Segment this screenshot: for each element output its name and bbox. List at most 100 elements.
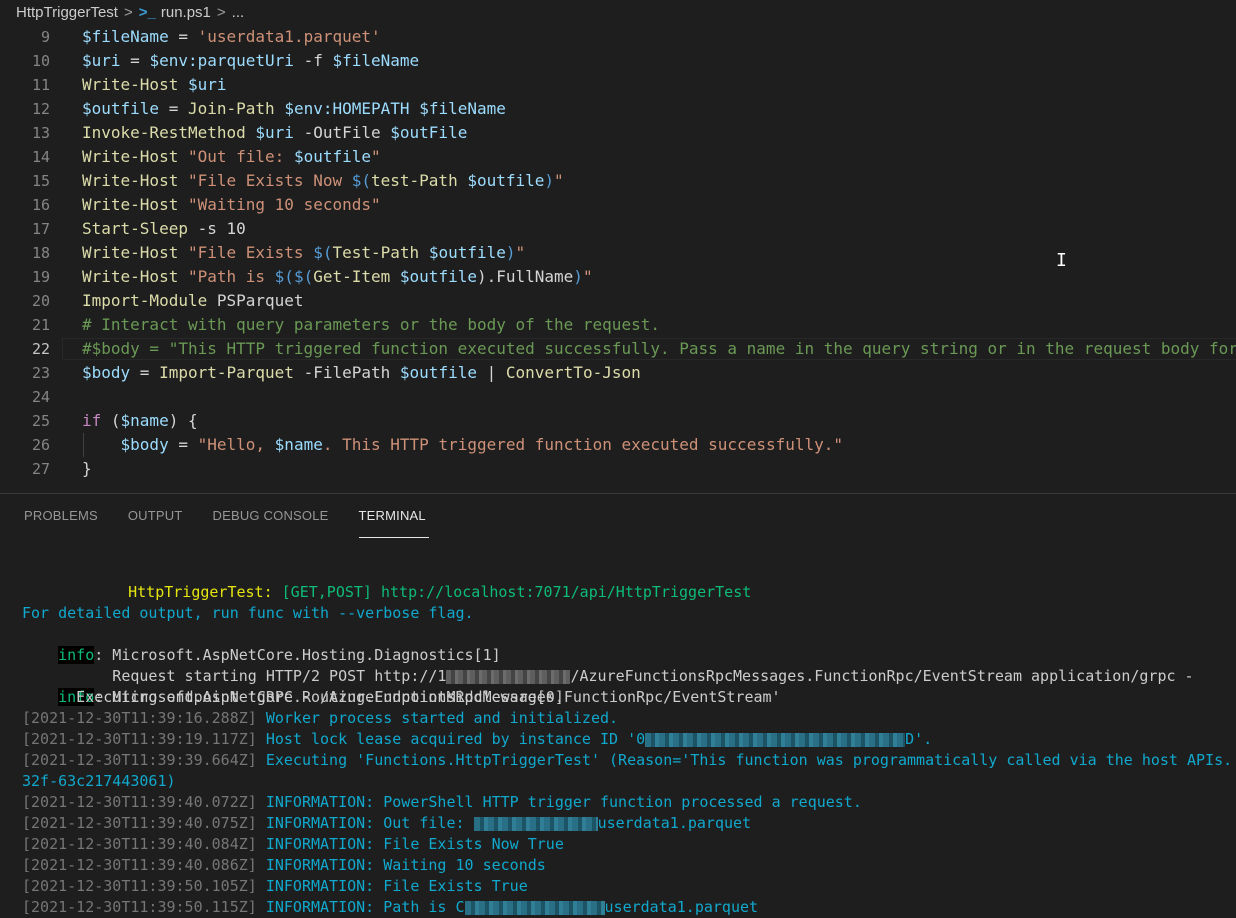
code-token: Write-Host	[82, 195, 179, 214]
log-message: INFORMATION: File Exists True	[256, 877, 528, 895]
code-token: "	[371, 147, 381, 166]
code-text: Invoke-RestMethod $uri -OutFile $outFile	[82, 121, 467, 145]
line-number: 25	[31, 412, 50, 430]
code-token: )	[573, 267, 583, 286]
code-line[interactable]: 12 $outfile = Join-Path $env:HOMEPATH $fi…	[0, 97, 1236, 121]
line-number: 14	[31, 148, 50, 166]
code-line[interactable]: 20 Import-Module PSParquet	[0, 289, 1236, 313]
log-timestamp: [2021-12-30T11:39:40.075Z]	[22, 814, 257, 832]
function-url[interactable]: http://localhost:7071/api/HttpTriggerTes…	[381, 583, 751, 601]
log-message: INFORMATION: Out file:	[256, 814, 474, 832]
breadcrumb-folder[interactable]: HttpTriggerTest	[16, 4, 118, 21]
code-line[interactable]: 26 $body = "Hello, $name. This HTTP trig…	[0, 433, 1236, 457]
code-line[interactable]: 9 $fileName = 'userdata1.parquet'	[0, 25, 1236, 49]
code-token: "File Exists	[187, 243, 314, 262]
code-line[interactable]: 10 $uri = $env:parquetUri -f $fileName	[0, 49, 1236, 73]
log-message: INFORMATION: Path is C	[256, 898, 465, 916]
tab-terminal[interactable]: TERMINAL	[344, 494, 441, 538]
code-token: $name	[274, 435, 323, 454]
code-text: #$body = "This HTTP triggered function e…	[82, 337, 1236, 361]
code-line[interactable]: 23 $body = Import-Parquet -FilePath $outf…	[0, 361, 1236, 385]
code-line[interactable]: 15 Write-Host "File Exists Now $(test-Pat…	[0, 169, 1236, 193]
code-token: ConvertTo-Json	[505, 363, 641, 382]
log-message: userdata1.parquet	[597, 814, 752, 832]
log-timestamp: [2021-12-30T11:39:50.105Z]	[22, 877, 257, 895]
code-token: Get-Item	[313, 267, 391, 286]
code-token: "Waiting 10 seconds"	[187, 195, 381, 214]
code-token: $outFile	[390, 123, 468, 142]
log-line: [2021-12-30T11:39:40.072Z] INFORMATION: …	[22, 792, 862, 813]
code-line[interactable]: 25 if ($name) {	[0, 409, 1236, 433]
tab-problems[interactable]: PROBLEMS	[0, 494, 113, 538]
code-line[interactable]: 18 Write-Host "File Exists $(Test-Path $o…	[0, 241, 1236, 265]
code-token: ) {	[168, 411, 198, 430]
verbose-hint: For detailed output, run func with --ver…	[22, 604, 474, 622]
info-detail-text: /AzureFunctionsRpcMessages.FunctionRpc/E…	[570, 667, 1194, 685]
code-token: $name	[120, 411, 169, 430]
code-line[interactable]: 16 Write-Host "Waiting 10 seconds"	[0, 193, 1236, 217]
line-number: 26	[31, 436, 50, 454]
code-token: $uri	[187, 75, 227, 94]
code-line[interactable]: 14 Write-Host "Out file: $outfile"	[0, 145, 1236, 169]
log-timestamp: [2021-12-30T11:39:39.664Z]	[22, 751, 257, 769]
breadcrumb-symbols[interactable]: ...	[232, 4, 245, 21]
code-line[interactable]: 11 Write-Host $uri	[0, 73, 1236, 97]
bottom-panel: PROBLEMS OUTPUT DEBUG CONSOLE TERMINAL Http…	[0, 493, 1236, 917]
code-token: Join-Path	[187, 99, 275, 118]
tab-output[interactable]: OUTPUT	[113, 494, 198, 538]
log-line: [2021-12-30T11:39:40.075Z] INFORMATION: …	[22, 813, 751, 834]
code-line[interactable]: 21 # Interact with query parameters or th…	[0, 313, 1236, 337]
code-line[interactable]: 17 Start-Sleep -s 10	[0, 217, 1236, 241]
code-line[interactable]: 22 #$body = "This HTTP triggered function…	[0, 337, 1236, 361]
line-number: 13	[31, 124, 50, 142]
code-line[interactable]: 27}	[0, 457, 1236, 481]
log-wrap: 32f-63c217443061)	[22, 772, 176, 790]
chevron-right-icon: >	[216, 4, 226, 21]
code-editor[interactable]: 9 $fileName = 'userdata1.parquet' 10 $uri =…	[0, 25, 1236, 493]
log-timestamp: [2021-12-30T11:39:40.086Z]	[22, 856, 257, 874]
text-cursor-icon: I	[1056, 250, 1067, 271]
code-token: $body	[82, 363, 131, 382]
tab-debug-console[interactable]: DEBUG CONSOLE	[198, 494, 344, 538]
code-token: $env:parquetUri	[149, 51, 294, 70]
code-token: Start-Sleep	[82, 219, 188, 238]
code-token: =	[120, 51, 150, 70]
code-token: $outfile	[467, 171, 545, 190]
code-token: (	[101, 411, 121, 430]
code-text: Write-Host "Path is $($(Get-Item $outfil…	[82, 265, 593, 289]
log-message: Worker process started and initialized.	[256, 709, 619, 727]
code-token: "Out file:	[187, 147, 294, 166]
code-line[interactable]: 19 Write-Host "Path is $($(Get-Item $outf…	[0, 265, 1236, 289]
code-token: |	[476, 363, 506, 382]
log-message: D'.	[905, 730, 933, 748]
code-token: "	[582, 267, 593, 286]
log-message: INFORMATION: File Exists Now True	[256, 835, 564, 853]
line-number: 11	[31, 76, 50, 94]
code-token: $fileName	[419, 99, 506, 118]
breadcrumb: HttpTriggerTest > >_ run.ps1 > ...	[0, 0, 1236, 25]
redacted-value	[473, 816, 598, 831]
log-line: [2021-12-30T11:39:50.115Z] INFORMATION: …	[22, 897, 758, 918]
code-token: . This HTTP triggered function executed …	[322, 435, 844, 454]
function-name: HttpTriggerTest:	[128, 583, 273, 601]
line-number: 9	[40, 28, 50, 46]
log-line: [2021-12-30T11:39:40.086Z] INFORMATION: …	[22, 855, 546, 876]
code-token: =	[168, 435, 198, 454]
code-text: }	[82, 457, 92, 481]
code-text: $outfile = Join-Path $env:HOMEPATH $file…	[82, 97, 506, 121]
code-token: Write-Host	[82, 75, 179, 94]
redacted-value	[645, 732, 906, 747]
code-line[interactable]: 13 Invoke-RestMethod $uri -OutFile $outFi…	[0, 121, 1236, 145]
breadcrumb-file[interactable]: run.ps1	[161, 4, 211, 21]
code-token: -s 10	[187, 219, 246, 238]
code-token: -f	[293, 51, 333, 70]
code-text: if ($name) {	[82, 409, 198, 433]
code-line[interactable]: 24	[0, 385, 1236, 409]
